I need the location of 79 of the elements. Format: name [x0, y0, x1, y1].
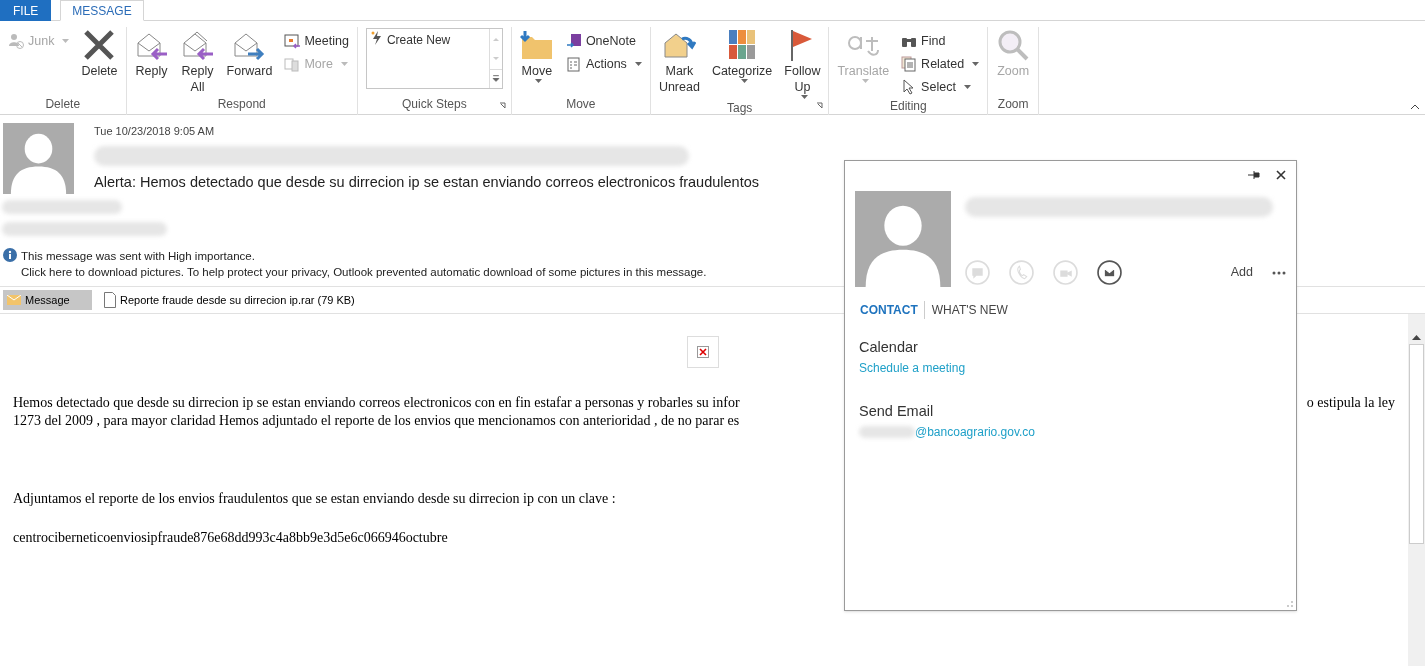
quick-steps-gallery[interactable]: Create New	[365, 28, 503, 89]
attachment-item[interactable]: Reporte fraude desde su dirrecion ip.rar (79 KB)	[100, 290, 359, 310]
avatar-icon	[3, 123, 74, 194]
envelope-icon	[7, 295, 21, 305]
clipboard-icon	[565, 56, 582, 72]
body-text: Adjuntamos el reporte de los envios fraudulentos que se estan enviando desde su dirrecion ip con un clave :	[13, 490, 617, 508]
devices-icon	[284, 56, 301, 72]
envelope-icon[interactable]	[1097, 260, 1122, 285]
ribbon-tab[interactable]: MESSAGE	[60, 0, 144, 21]
document-icon	[901, 56, 918, 72]
group-label: Editing	[889, 98, 927, 115]
add-link[interactable]: Add	[1230, 263, 1253, 282]
body-text: o estipula la ley	[1306, 394, 1395, 412]
scrollbar[interactable]	[1408, 314, 1425, 666]
redaction-blur	[859, 425, 915, 438]
close-icon[interactable]	[1276, 170, 1286, 180]
section-title: Send Email	[859, 401, 935, 421]
resize-grip-icon[interactable]	[1286, 600, 1294, 608]
ribbon-button[interactable]: OneNote	[561, 31, 646, 51]
body-text: 1273 del 2009 , para mayor claridad Hemos adjuntado el reporte de los envios que mencionamos con anterioridad , de no parar es	[13, 412, 741, 430]
close-icon	[83, 30, 116, 60]
ribbon-button[interactable]: Follow Up	[780, 27, 825, 99]
caret-icon	[62, 39, 70, 43]
group-label: Delete	[45, 96, 81, 113]
lightning-icon	[370, 31, 383, 45]
caret-icon	[535, 79, 543, 83]
broken-image-icon	[686, 336, 719, 368]
ribbon-button[interactable]: Reply All	[176, 27, 219, 95]
body-text: Hemos detectado que desde su dirrecion ip se estan enviando correos electronicos con en fin estafar a personas y robarles su infor	[13, 394, 740, 412]
caret-icon	[740, 79, 748, 83]
notebook-icon	[565, 33, 582, 49]
collapse-ribbon-icon[interactable]	[1410, 104, 1420, 110]
group-label: Respond	[217, 96, 266, 113]
ribbon-button[interactable]: Actions	[561, 54, 646, 74]
search-icon	[997, 29, 1030, 61]
group-label: Zoom	[997, 96, 1029, 113]
body-text: centrociberneticoenviosipfraude876e68dd993c4a8bb9e3d5e6c066946octubre	[13, 529, 449, 547]
person-block-icon	[8, 33, 24, 49]
dialog-launcher-icon[interactable]	[816, 102, 825, 110]
ribbon-button[interactable]: Mark Unread	[654, 27, 704, 95]
section-title: Calendar	[859, 338, 919, 357]
quick-step-item[interactable]: Create New	[386, 31, 451, 49]
ribbon-button[interactable]: Related	[897, 54, 984, 74]
notice-text: This message was sent with High importance.	[21, 249, 256, 264]
ribbon-button[interactable]: Find	[897, 31, 984, 51]
scroll-up-icon[interactable]	[1412, 334, 1421, 340]
envelope-left-arrow-icon	[180, 29, 215, 61]
caret-icon	[634, 62, 642, 66]
caret-icon	[861, 79, 869, 83]
group-label: Move	[566, 96, 596, 113]
info-icon	[3, 248, 17, 262]
pin-icon[interactable]	[1248, 170, 1260, 180]
avatar-icon	[855, 191, 951, 287]
ribbon-button[interactable]: Reply	[130, 27, 173, 79]
notice-text[interactable]: Click here to download pictures. To help protect your privacy, Outlook prevented automatic download of some pictures in this message.	[21, 264, 707, 280]
color-grid-icon	[729, 30, 756, 60]
group-label: Quick Steps	[402, 96, 467, 113]
dialog-launcher-icon[interactable]	[498, 102, 507, 110]
folder-arrow-icon	[519, 29, 554, 61]
message-date: Tue 10/23/2018 9:05 AM	[94, 124, 216, 139]
caret-icon	[963, 85, 971, 89]
ribbon-button[interactable]: Forward	[222, 27, 277, 79]
card-tab[interactable]: WHAT'S NEW	[923, 301, 1008, 319]
message-tab[interactable]: Message	[3, 290, 92, 310]
ribbon-tab[interactable]: FILE	[0, 0, 52, 21]
ribbon-button[interactable]: Meeting	[280, 31, 353, 51]
group-label: Tags	[727, 100, 753, 117]
message-subject: Alerta: Hemos detectado que desde su dirrecion ip se estan enviando correos electronicos fraudulentos	[94, 172, 759, 192]
file-icon	[104, 292, 116, 308]
more-icon[interactable]	[1272, 270, 1286, 275]
ribbon-button[interactable]: Move	[515, 27, 558, 83]
ribbon-button[interactable]: Select	[897, 77, 984, 97]
caret-icon	[340, 62, 348, 66]
caret-icon	[800, 95, 808, 99]
card-tab[interactable]: CONTACT	[860, 301, 918, 319]
ribbon-button[interactable]: Categorize	[707, 27, 777, 83]
caret-icon	[972, 62, 980, 66]
ribbon-button[interactable]: Delete	[77, 27, 122, 79]
calendar-icon	[284, 33, 301, 49]
